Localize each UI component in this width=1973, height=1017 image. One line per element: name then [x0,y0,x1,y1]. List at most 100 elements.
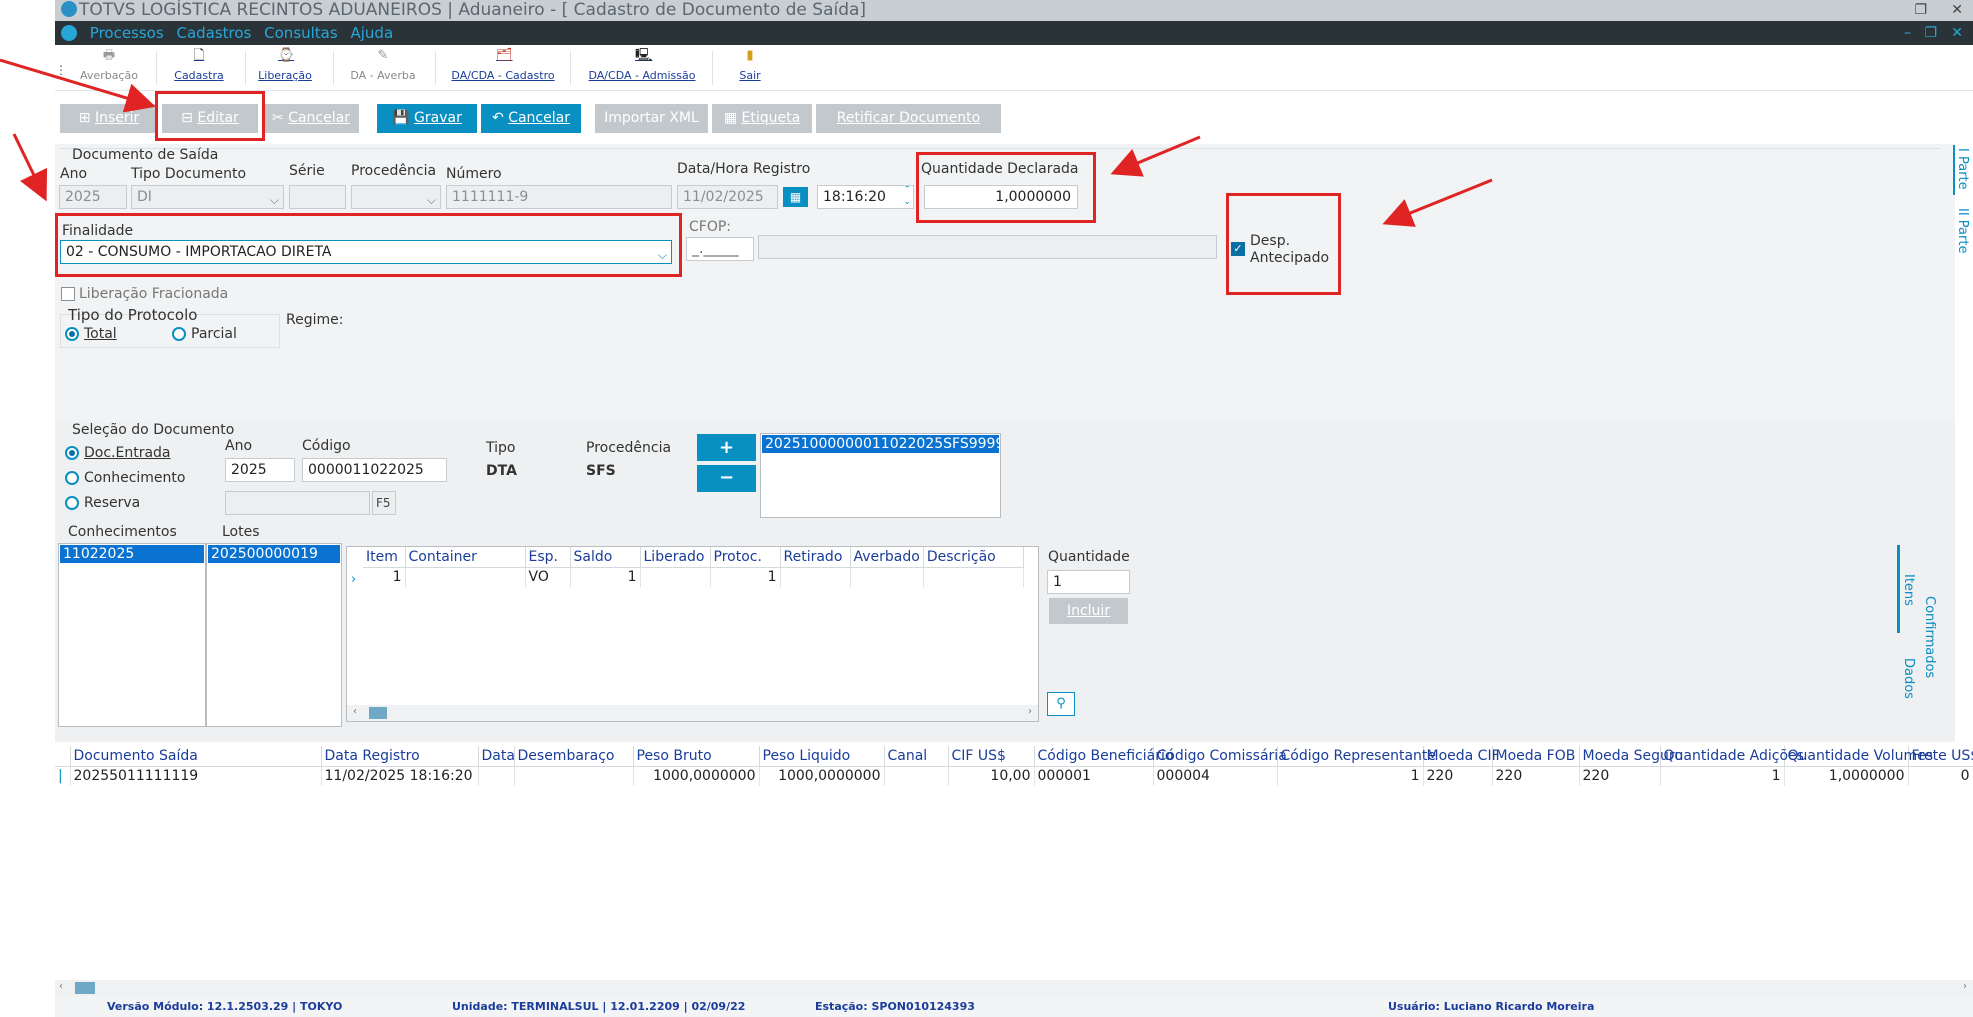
incluir-button[interactable]: Incluir [1049,598,1128,624]
inserir-button[interactable]: ⊞ Inserir [60,104,158,133]
menu-cadastros[interactable]: Cadastros [176,24,251,42]
hora-field[interactable]: 18:16:20 ⌃ ⌄ [817,185,914,209]
col-quantidade-adicoes[interactable]: Quantidade Adições [1660,746,1804,767]
col-liberado[interactable]: Liberado [640,547,711,568]
col-moeda-fob[interactable]: Moeda FOB [1492,746,1580,767]
sair-button[interactable]: ▮ Sair [725,49,775,83]
protocolo-total-radio[interactable] [65,327,79,341]
reserva-radio[interactable] [65,496,79,510]
retificar-button[interactable]: Retificar Documento [816,104,1001,133]
menu-consultas[interactable]: Consultas [264,24,338,42]
quantidade-field[interactable]: 1 [1047,570,1130,594]
ano-field[interactable]: 2025 [59,185,127,209]
search-icon[interactable]: ⚲ [1047,692,1075,716]
finalidade-select[interactable]: 02 - CONSUMO - IMPORTACAO DIRETA ⌵ [60,240,672,264]
scroll-thumb[interactable] [75,982,95,994]
tab-ii-parte[interactable]: II Parte [1955,208,1970,253]
menu-processos[interactable]: Processos [90,24,164,42]
numero-field[interactable]: 1111111-9 [446,185,672,209]
sel-ano-field[interactable]: 2025 [225,458,295,482]
reserva-field[interactable] [225,491,370,515]
liberacao-button[interactable]: ⌚ Liberação [253,49,317,83]
liberacao-fracionada-checkbox[interactable] [61,287,75,301]
protocolo-parcial-radio[interactable] [172,327,186,341]
add-document-button[interactable]: + [697,434,756,461]
conhecimentos-list[interactable]: 11022025 [58,543,206,727]
close-icon[interactable]: ✕ [1951,21,1963,45]
serie-field[interactable] [289,185,346,209]
da-cda-admissao-button[interactable]: 🖳 DA/CDA - Admissão [577,49,707,83]
col-item[interactable]: Item [363,547,406,568]
col-esp[interactable]: Esp. [525,547,571,568]
cancelar-button[interactable]: ↶ Cancelar [481,104,581,133]
col-desembaraco[interactable]: Desembaraço [514,746,634,767]
scroll-left-icon[interactable]: ‹ [59,981,63,992]
scroll-right-icon[interactable]: › [1963,981,1967,992]
tab-itens[interactable]: Itens [1901,574,1916,606]
col-data[interactable]: Data [478,746,515,767]
restore-window-icon[interactable]: ❐ [1914,0,1927,21]
selected-document-item[interactable]: 20251000000011022025SFS999999 [762,435,999,453]
da-cda-cadastro-button[interactable]: 🗂 DA/CDA - Cadastro [443,49,563,83]
remove-document-button[interactable]: − [697,465,756,492]
col-retirado[interactable]: Retirado [780,547,851,568]
cadastra-button[interactable]: 🗋 Cadastra [167,49,231,83]
lotes-list[interactable]: 202500000019 [206,543,342,727]
lote-item[interactable]: 202500000019 [208,545,340,563]
importar-xml-button[interactable]: Importar XML [595,104,708,133]
doc-entrada-radio[interactable] [65,446,79,460]
f5-lookup-button[interactable]: F5 [372,491,396,515]
col-saldo[interactable]: Saldo [570,547,641,568]
col-codigo-representante[interactable]: Código Representante [1277,746,1436,767]
tab-confirmados[interactable]: Confirmados [1922,596,1937,678]
da-averba-button[interactable]: ✎ DA - Averba [345,49,421,83]
scroll-left-icon[interactable]: ‹ [353,706,357,717]
col-protoc[interactable]: Protoc. [710,547,781,568]
col-cif-us[interactable]: CIF US$ [948,746,1035,767]
col-peso-liquido[interactable]: Peso Liquido [759,746,885,767]
close-window-icon[interactable]: ✕ [1951,0,1963,21]
conhecimento-radio[interactable] [65,471,79,485]
gravar-button[interactable]: 💾 Gravar [377,104,477,133]
editar-button[interactable]: ⊟ Editar [162,104,258,133]
col-quantidade-volumes[interactable]: Quantidade Volumes [1784,746,1933,767]
itens-hscrollbar[interactable]: ‹ › [347,705,1038,721]
col-averbado[interactable]: Averbado [850,547,924,568]
col-frete-us[interactable]: Frete US$ [1908,746,1973,767]
spinner-icon[interactable]: ⌃ ⌄ [903,186,911,208]
col-canal[interactable]: Canal [884,746,949,767]
col-container[interactable]: Container [405,547,526,568]
selected-documents-list[interactable]: 20251000000011022025SFS999999 [760,433,1001,518]
tab-i-parte[interactable]: I Parte [1955,148,1970,190]
desp-antecipado-checkbox[interactable]: ✓ [1231,242,1245,256]
cfop-field[interactable]: _._____ [686,237,754,261]
sel-codigo-field[interactable]: 0000011022025 [302,458,447,482]
restore-icon[interactable]: ❐ [1924,21,1937,45]
procedencia-select[interactable]: ⌵ [351,185,441,209]
menu-ajuda[interactable]: Ajuda [350,24,393,42]
cancelar-disabled-button[interactable]: ✂ Cancelar [263,104,359,133]
tab-dados[interactable]: Dados [1901,658,1916,699]
col-documento-saida[interactable]: Documento Saída [70,746,322,767]
col-codigo-beneficiario[interactable]: Código Beneficiário [1034,746,1173,767]
table-row[interactable]: 1 VO 1 1 [363,567,1024,587]
col-descricao[interactable]: Descrição [923,547,1024,568]
col-moeda-cif[interactable]: Moeda CIF [1423,746,1500,767]
minimize-icon[interactable]: – [1904,21,1911,45]
quantidade-declarada-field[interactable]: 1,0000000 [924,185,1078,209]
calendar-icon[interactable]: ▦ [783,187,808,207]
conhecimento-item[interactable]: 11022025 [60,545,204,563]
data-field[interactable]: 11/02/2025 [677,185,778,209]
col-data-registro[interactable]: Data Registro [321,746,479,767]
table-row[interactable]: | 20255011111119 11/02/2025 18:16:20 100… [55,766,1973,786]
documentos-grid[interactable]: Documento Saída Data Registro Data Desem… [55,746,1973,790]
itens-grid[interactable]: Item Container Esp. Saldo Liberado Proto… [346,546,1039,722]
etiqueta-button[interactable]: ▦ Etiqueta [712,104,812,133]
tipo-documento-select[interactable]: DI ⌵ [131,185,284,209]
col-moeda-seguro[interactable]: Moeda Seguro [1579,746,1683,767]
col-codigo-comissaria[interactable]: Código Comissária [1153,746,1287,767]
scroll-thumb[interactable] [369,707,387,719]
scroll-right-icon[interactable]: › [1028,706,1032,717]
main-hscrollbar[interactable]: ‹ › [55,980,1973,996]
averbacao-button[interactable]: 🖶 Averbação [77,49,141,83]
